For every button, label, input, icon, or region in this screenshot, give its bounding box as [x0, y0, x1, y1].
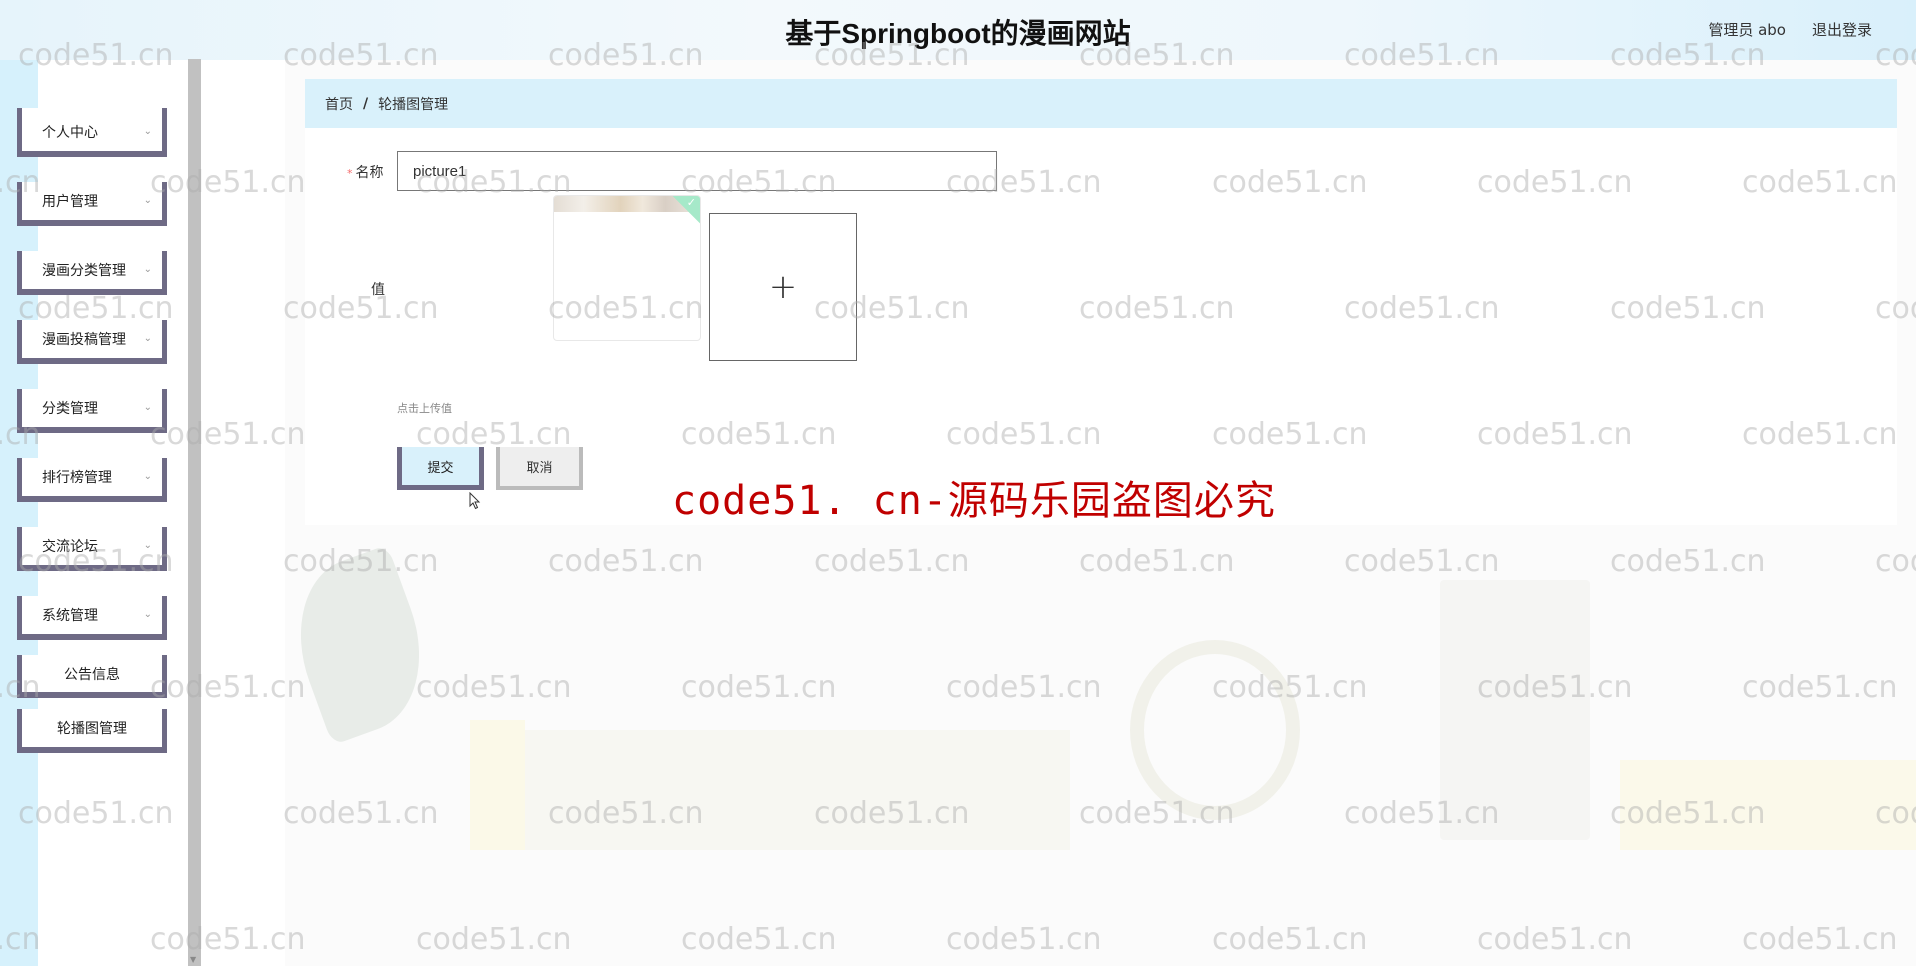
top-header: 基于Springboot的漫画网站 管理员 abo 退出登录 [0, 0, 1916, 60]
chevron-down-icon: ⌄ [143, 539, 152, 551]
sidebar-item-system-management[interactable]: 系统管理 ⌄ [17, 596, 167, 640]
chevron-down-icon: ⌄ [143, 125, 152, 137]
required-asterisk: * [347, 167, 353, 180]
sidebar-item-label: 排行榜管理 [42, 470, 112, 486]
copyright-banner: code51. cn-源码乐园盗图必究 [672, 478, 1276, 524]
chevron-down-icon: ⌄ [143, 608, 152, 620]
sidebar-item-carousel-management[interactable]: 轮播图管理 [17, 709, 167, 753]
sidebar-item-label: 公告信息 [64, 666, 120, 683]
sidebar-item-user-management[interactable]: 用户管理 ⌄ [17, 182, 167, 226]
scroll-down-arrow-icon[interactable]: ▼ [190, 955, 196, 964]
submit-button[interactable]: 提交 [397, 447, 484, 490]
breadcrumb: 首页 / 轮播图管理 [305, 79, 1897, 128]
mouse-pointer-icon [469, 492, 481, 510]
uploaded-image-thumbnail[interactable]: ✓ [553, 195, 701, 341]
background-cup [1440, 580, 1590, 840]
cancel-button[interactable]: 取消 [496, 447, 583, 490]
upload-tip-text: 点击上传值 [397, 402, 452, 415]
background-box [470, 730, 1070, 850]
chevron-down-icon: ⌄ [143, 194, 152, 206]
sidebar-item-ranking-management[interactable]: 排行榜管理 ⌄ [17, 458, 167, 502]
current-user-label: 管理员 abo [1708, 21, 1786, 39]
breadcrumb-home-link[interactable]: 首页 [325, 94, 353, 114]
sidebar-item-personal-center[interactable]: 个人中心 ⌄ [17, 113, 167, 157]
check-icon: ✓ [686, 196, 696, 209]
chevron-down-icon: ⌄ [143, 401, 152, 413]
sidebar-item-category-management[interactable]: 分类管理 ⌄ [17, 389, 167, 433]
logout-link[interactable]: 退出登录 [1812, 19, 1872, 40]
breadcrumb-separator: / [363, 95, 369, 112]
chevron-down-icon: ⌄ [143, 263, 152, 275]
sidebar-item-label: 漫画投稿管理 [42, 332, 126, 348]
site-title: 基于Springboot的漫画网站 [785, 18, 1131, 49]
submit-button-label: 提交 [427, 460, 454, 476]
breadcrumb-current: 轮播图管理 [378, 96, 449, 113]
sidebar-item-label: 漫画分类管理 [42, 263, 126, 279]
background-block [1620, 760, 1916, 850]
name-label-text: 名称 [355, 165, 384, 181]
sidebar-item-label: 系统管理 [42, 608, 98, 624]
chevron-down-icon: ⌄ [143, 332, 152, 344]
sidebar-item-label: 分类管理 [42, 401, 98, 417]
plus-icon: + [768, 267, 798, 307]
sidebar-scrollbar[interactable] [188, 59, 201, 966]
sidebar-item-announcements[interactable]: 公告信息 [17, 655, 167, 698]
sidebar-item-label: 轮播图管理 [57, 721, 127, 737]
name-input[interactable] [397, 151, 997, 191]
sidebar-item-comic-category-management[interactable]: 漫画分类管理 ⌄ [17, 251, 167, 295]
background-box-side [470, 720, 525, 850]
background-tape-roll [1130, 640, 1300, 820]
name-field-label: * 名称 [347, 162, 384, 182]
cancel-button-label: 取消 [526, 461, 553, 476]
chevron-down-icon: ⌄ [143, 470, 152, 482]
sidebar-item-label: 个人中心 [42, 125, 98, 141]
sidebar-item-label: 交流论坛 [42, 539, 98, 555]
value-field-label: 值 [371, 282, 385, 298]
image-upload-button[interactable]: + [709, 213, 857, 361]
sidebar-item-comic-submission-management[interactable]: 漫画投稿管理 ⌄ [17, 320, 167, 364]
user-area: 管理员 abo 退出登录 [1708, 19, 1872, 40]
sidebar-item-forum[interactable]: 交流论坛 ⌄ [17, 527, 167, 571]
sidebar-item-label: 用户管理 [42, 194, 98, 210]
